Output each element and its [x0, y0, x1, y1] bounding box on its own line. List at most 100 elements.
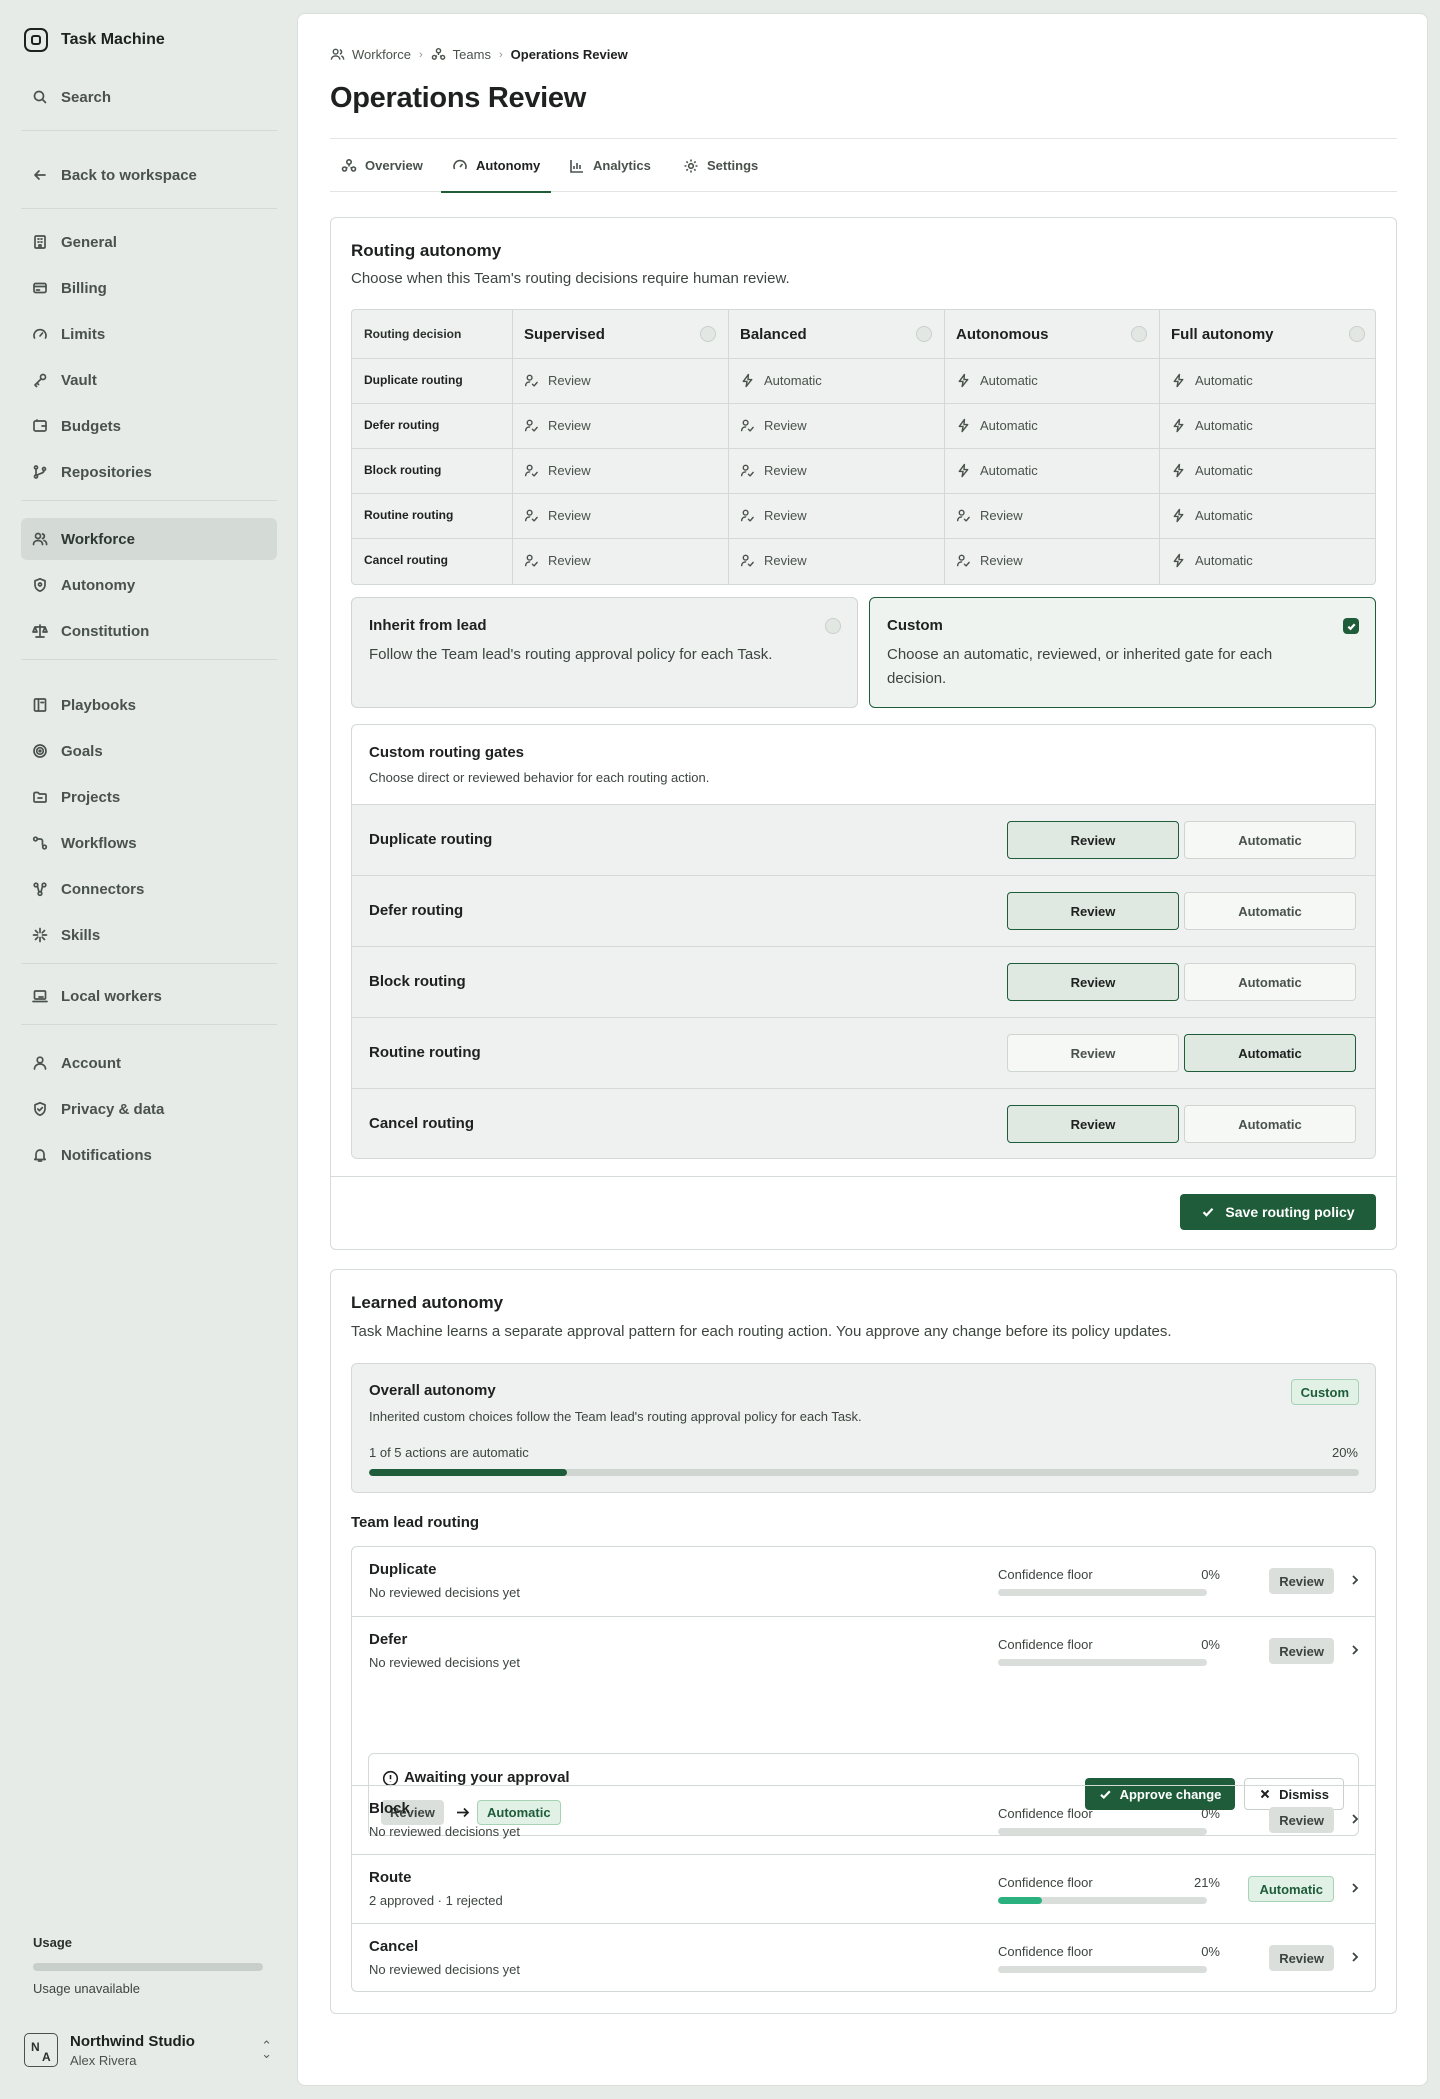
- routing-action-row[interactable]: Route 2 approved · 1 rejected Confidence f…: [352, 1854, 1375, 1923]
- sidebar-item-notifications[interactable]: Notifications: [21, 1134, 277, 1176]
- breadcrumb-teams[interactable]: Teams: [431, 47, 491, 62]
- checkbox-checked-icon[interactable]: [1343, 618, 1359, 634]
- radio-icon[interactable]: [1131, 326, 1147, 342]
- sidebar-item-billing[interactable]: Billing: [21, 267, 277, 309]
- chevron-right-icon[interactable]: [1348, 1881, 1362, 1895]
- tab-settings[interactable]: Settings: [672, 139, 769, 192]
- sidebar-item-budgets[interactable]: Budgets: [21, 405, 277, 447]
- account-switcher[interactable]: N A Northwind Studio Alex Rivera ⌃ ⌄: [24, 2028, 274, 2072]
- brand[interactable]: Task Machine: [24, 28, 165, 52]
- sidebar-item-workflows[interactable]: Workflows: [21, 822, 277, 864]
- breadcrumb-current: Operations Review: [510, 47, 628, 62]
- gate-row: Cancel routing Review Automatic: [352, 1088, 1375, 1158]
- routing-action-row[interactable]: Defer No reviewed decisions yet Confidence…: [352, 1616, 1375, 1836]
- radio-icon[interactable]: [916, 326, 932, 342]
- git-branch-icon: [33, 465, 47, 479]
- sidebar-item-account[interactable]: Account: [21, 1042, 277, 1084]
- confidence-floor-value: 0%: [1201, 1944, 1220, 1959]
- users-icon: [32, 532, 48, 546]
- sidebar-item-label: General: [61, 233, 117, 251]
- chevron-right-icon[interactable]: [1348, 1643, 1362, 1657]
- option-inherit-from-lead[interactable]: Inherit from lead Follow the Team lead's…: [351, 597, 858, 708]
- sidebar-item-label: Notifications: [61, 1146, 152, 1164]
- radio-icon[interactable]: [1349, 326, 1365, 342]
- routing-action-name: Block: [369, 1800, 410, 1817]
- sidebar-item-privacy-data[interactable]: Privacy & data: [21, 1088, 277, 1130]
- search-button[interactable]: Search: [21, 76, 277, 118]
- routing-action-stats: No reviewed decisions yet: [369, 1962, 521, 1977]
- check-icon: [1203, 1207, 1214, 1217]
- tab-autonomy[interactable]: Autonomy: [441, 139, 552, 193]
- team-lead-routing-list: Duplicate No reviewed decisions yet Confid…: [351, 1546, 1376, 1992]
- routing-action-row[interactable]: Duplicate No reviewed decisions yet Confid…: [352, 1547, 1375, 1616]
- sidebar-item-skills[interactable]: Skills: [21, 914, 277, 956]
- sidebar-item-goals[interactable]: Goals: [21, 730, 277, 772]
- preset-column-header[interactable]: Full autonomy: [1171, 310, 1274, 358]
- preset-column-header[interactable]: Autonomous: [956, 310, 1048, 358]
- tab-analytics[interactable]: Analytics: [558, 139, 662, 192]
- preset-column-header[interactable]: Balanced: [740, 310, 807, 358]
- gate-automatic-button[interactable]: Automatic: [1184, 1034, 1356, 1072]
- table-row-label: Defer routing: [364, 418, 440, 432]
- confidence-floor-label: Confidence floor: [998, 1944, 1093, 1959]
- table-cell: Automatic: [956, 463, 1038, 478]
- sidebar-item-general[interactable]: General: [21, 221, 277, 263]
- workflow-icon: [32, 836, 48, 850]
- chevron-right-icon[interactable]: [1348, 1950, 1362, 1964]
- review-person-icon: [740, 554, 754, 567]
- sidebar-item-connectors[interactable]: Connectors: [21, 868, 277, 910]
- shield-check-icon: [34, 1101, 46, 1117]
- gate-row-label: Block routing: [369, 973, 466, 990]
- sidebar-item-label: Autonomy: [61, 576, 136, 594]
- save-routing-policy-button[interactable]: Save routing policy: [1180, 1194, 1376, 1230]
- gate-automatic-button[interactable]: Automatic: [1184, 1105, 1356, 1143]
- routing-action-name: Cancel: [369, 1938, 419, 1955]
- gate-review-button[interactable]: Review: [1007, 1034, 1179, 1072]
- sidebar-item-limits[interactable]: Limits: [21, 313, 277, 355]
- gate-row-label: Defer routing: [369, 902, 464, 919]
- routing-action-stats: No reviewed decisions yet: [369, 1585, 521, 1600]
- sidebar-item-label: Workforce: [61, 530, 135, 548]
- routing-title: Routing autonomy: [351, 241, 502, 260]
- users-icon: [330, 48, 345, 60]
- sidebar-item-autonomy[interactable]: Autonomy: [21, 564, 277, 606]
- gate-automatic-button[interactable]: Automatic: [1184, 963, 1356, 1001]
- gate-automatic-button[interactable]: Automatic: [1184, 892, 1356, 930]
- review-person-icon: [740, 419, 754, 432]
- radio-icon[interactable]: [825, 618, 841, 634]
- gate-automatic-button[interactable]: Automatic: [1184, 821, 1356, 859]
- table-cell: Review: [740, 553, 807, 568]
- sidebar-item-repositories[interactable]: Repositories: [21, 451, 277, 493]
- back-to-workspace-button[interactable]: Back to workspace: [21, 154, 277, 196]
- sidebar-item-projects[interactable]: Projects: [21, 776, 277, 818]
- gauge-icon: [33, 328, 47, 339]
- sidebar-item-label: Constitution: [61, 622, 150, 640]
- chevron-right-icon[interactable]: [1348, 1812, 1362, 1826]
- sidebar-item-constitution[interactable]: Constitution: [21, 610, 277, 652]
- sidebar-item-workforce[interactable]: Workforce: [21, 518, 277, 560]
- gates-subtitle: Choose direct or reviewed behavior for e…: [369, 770, 710, 785]
- routing-action-row[interactable]: Block No reviewed decisions yet Confidence…: [352, 1785, 1375, 1854]
- folder-icon: [33, 791, 47, 803]
- routing-action-row[interactable]: Cancel No reviewed decisions yet Confidenc…: [352, 1923, 1375, 1991]
- sidebar-item-vault[interactable]: Vault: [21, 359, 277, 401]
- divider: [21, 963, 277, 964]
- back-label: Back to workspace: [61, 166, 197, 184]
- option-custom[interactable]: Custom Choose an automatic, reviewed, or…: [869, 597, 1376, 708]
- gate-review-button[interactable]: Review: [1007, 963, 1179, 1001]
- lightning-icon: [1173, 553, 1184, 568]
- chevron-right-icon[interactable]: [1348, 1573, 1362, 1587]
- gate-review-button[interactable]: Review: [1007, 892, 1179, 930]
- preset-column-header[interactable]: Supervised: [524, 310, 605, 358]
- breadcrumb-workforce[interactable]: Workforce: [330, 47, 411, 62]
- gate-row: Block routing Review Automatic: [352, 946, 1375, 1017]
- routing-action-name: Duplicate: [369, 1561, 437, 1578]
- tab-overview[interactable]: Overview: [330, 139, 434, 192]
- radio-icon[interactable]: [700, 326, 716, 342]
- sidebar-item-local-workers[interactable]: Local workers: [21, 975, 277, 1017]
- confidence-floor-bar: [998, 1659, 1207, 1666]
- sidebar-item-playbooks[interactable]: Playbooks: [21, 684, 277, 726]
- page-title: Operations Review: [330, 82, 586, 114]
- gate-review-button[interactable]: Review: [1007, 1105, 1179, 1143]
- gate-review-button[interactable]: Review: [1007, 821, 1179, 859]
